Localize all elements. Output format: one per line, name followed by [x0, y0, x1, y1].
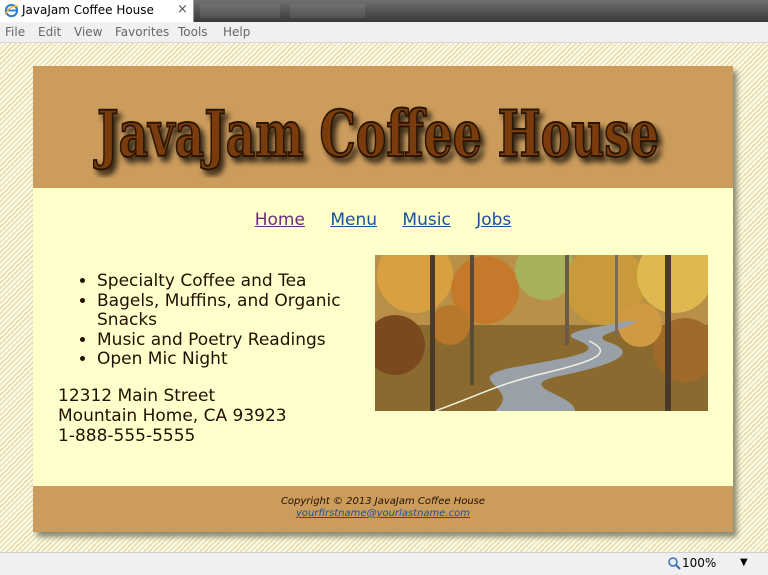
close-tab-icon[interactable]: × — [177, 2, 188, 17]
main-nav: Home Menu Music Jobs — [33, 210, 733, 230]
zoom-level[interactable]: 100% — [682, 556, 716, 570]
phone-number: 1-888-555-5555 — [58, 426, 196, 446]
menu-favorites[interactable]: Favorites — [115, 25, 169, 39]
copyright-text: Copyright © 2013 JavaJam Coffee House — [280, 496, 486, 507]
street-address: 12312 Main Street — [58, 386, 216, 406]
site-footer: Copyright © 2013 JavaJam Coffee House yo… — [33, 486, 733, 532]
city-state-zip: Mountain Home, CA 93923 — [58, 406, 287, 426]
menu-tools[interactable]: Tools — [178, 25, 208, 39]
features-list: Specialty Coffee and Tea Bagels, Muffins… — [61, 271, 351, 370]
chevron-down-icon[interactable]: ▼ — [740, 557, 748, 568]
list-item: Music and Poetry Readings — [97, 330, 351, 351]
email-link[interactable]: yourfirstname@yourlastname.com — [296, 508, 470, 519]
nav-music[interactable]: Music — [402, 210, 450, 230]
logo-text: JavaJam Coffee House — [93, 97, 659, 172]
menu-view[interactable]: View — [74, 25, 102, 39]
nav-menu[interactable]: Menu — [330, 210, 377, 230]
list-item: Open Mic Night — [97, 349, 351, 370]
internet-explorer-icon — [4, 3, 19, 18]
browser-title-bar: JavaJam Coffee House × — [0, 0, 768, 22]
inactive-tab[interactable] — [200, 4, 280, 18]
tab-title: JavaJam Coffee House — [22, 3, 154, 17]
menu-edit[interactable]: Edit — [38, 25, 61, 39]
menu-bar: File Edit View Favorites Tools Help — [0, 22, 768, 43]
nav-jobs[interactable]: Jobs — [476, 210, 511, 230]
page-viewport[interactable]: JavaJam Coffee House Home Menu Music Job… — [0, 43, 768, 552]
zoom-icon[interactable] — [668, 557, 681, 570]
menu-help[interactable]: Help — [223, 25, 250, 39]
list-item: Bagels, Muffins, and Organic Snacks — [97, 291, 351, 331]
status-bar: 100% ▼ — [0, 552, 768, 575]
list-item: Specialty Coffee and Tea — [97, 271, 351, 292]
inactive-tab[interactable] — [290, 4, 365, 18]
address-block: 12312 Main Street Mountain Home, CA 9392… — [58, 386, 287, 446]
winding-road-photo — [375, 255, 708, 411]
site-logo: JavaJam Coffee House — [93, 96, 660, 173]
page-container: JavaJam Coffee House Home Menu Music Job… — [33, 66, 733, 532]
menu-file[interactable]: File — [5, 25, 25, 39]
browser-tab[interactable]: JavaJam Coffee House × — [0, 0, 194, 22]
nav-home[interactable]: Home — [255, 210, 305, 230]
site-header: JavaJam Coffee House — [33, 66, 733, 188]
